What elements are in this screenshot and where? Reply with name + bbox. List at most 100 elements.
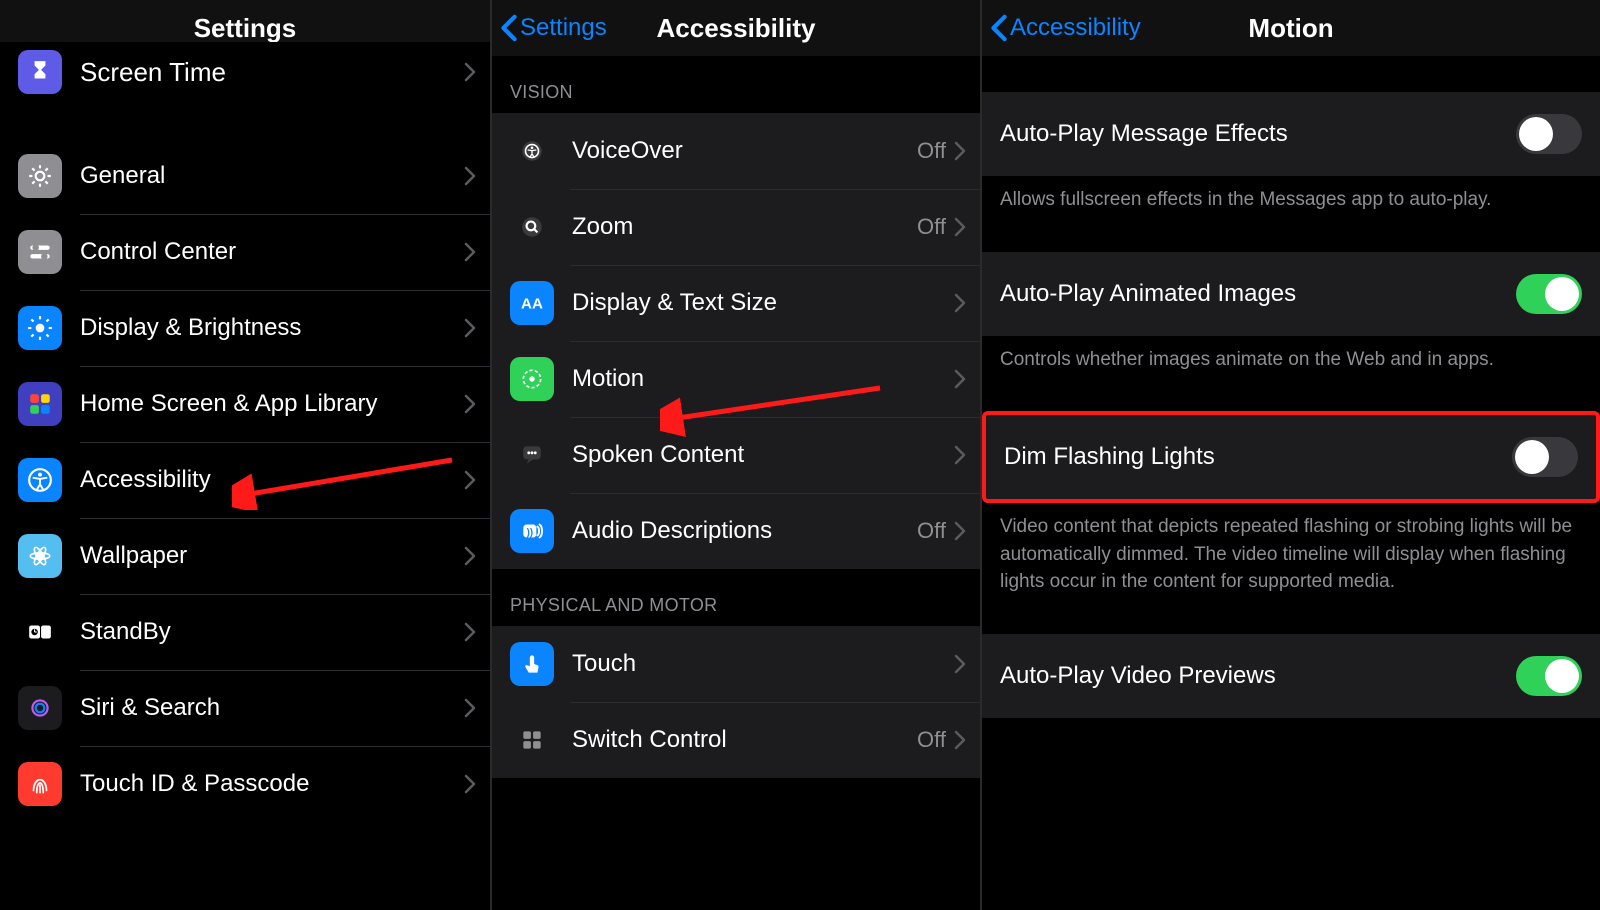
list-item-label: Audio Descriptions <box>572 517 917 545</box>
back-button[interactable]: Settings <box>500 0 607 56</box>
settings-row[interactable]: General <box>0 138 490 214</box>
sun-icon <box>18 306 62 350</box>
accessibility-row[interactable]: AA Display & Text Size <box>492 265 980 341</box>
list-item-label: Control Center <box>80 238 464 266</box>
touchid-icon <box>18 762 62 806</box>
motion-icon <box>510 357 554 401</box>
accessibility-row[interactable]: VoiceOverOff <box>492 113 980 189</box>
back-label: Settings <box>520 14 607 42</box>
settings-row[interactable]: Accessibility <box>0 442 490 518</box>
settings-row[interactable]: StandBy <box>0 594 490 670</box>
chevron-right-icon <box>954 217 966 237</box>
voiceover-icon <box>510 129 554 173</box>
list-item-label: Display & Text Size <box>572 289 954 317</box>
list-item-label: Touch <box>572 650 954 678</box>
chevron-right-icon <box>464 546 476 566</box>
list-item-label: Spoken Content <box>572 441 954 469</box>
list-item-detail: Off <box>917 727 946 753</box>
list-item-label: Home Screen & App Library <box>80 390 464 418</box>
chevron-right-icon <box>464 62 476 82</box>
list-item-label: Siri & Search <box>80 694 464 722</box>
toggle-row: Auto-Play Video Previews <box>982 634 1600 718</box>
list-item-label: VoiceOver <box>572 137 917 165</box>
accessibility-row[interactable]: Switch ControlOff <box>492 702 980 778</box>
settings-row[interactable]: Touch ID & Passcode <box>0 746 490 822</box>
list-item-label: General <box>80 162 464 190</box>
chevron-right-icon <box>954 141 966 161</box>
accessibility-row[interactable]: Motion <box>492 341 980 417</box>
list-item-detail: Off <box>917 214 946 240</box>
page-title: Motion <box>1248 13 1333 44</box>
motion-pane: Accessibility Motion Auto-Play Message E… <box>980 0 1600 910</box>
chevron-right-icon <box>464 394 476 414</box>
page-title: Settings <box>194 13 297 44</box>
toggle-switch[interactable] <box>1512 437 1578 477</box>
chevron-right-icon <box>464 242 476 262</box>
spoken-icon <box>510 433 554 477</box>
chevron-right-icon <box>464 698 476 718</box>
settings-row[interactable]: Display & Brightness <box>0 290 490 366</box>
hourglass-icon <box>18 50 62 94</box>
nav-bar: Accessibility Motion <box>982 0 1600 56</box>
settings-row[interactable]: Home Screen & App Library <box>0 366 490 442</box>
chevron-right-icon <box>954 654 966 674</box>
list-item-label: Touch ID & Passcode <box>80 770 464 798</box>
list-item-label: Accessibility <box>80 466 464 494</box>
nav-bar: Settings Accessibility <box>492 0 980 56</box>
audiodesc-icon: )) <box>510 509 554 553</box>
list-item-label: Wallpaper <box>80 542 464 570</box>
back-button[interactable]: Accessibility <box>990 0 1141 56</box>
accessibility-row[interactable]: Touch <box>492 626 980 702</box>
section-footer: Video content that depicts repeated flas… <box>982 503 1600 614</box>
chevron-right-icon <box>954 293 966 313</box>
toggle-label: Auto-Play Video Previews <box>1000 662 1516 690</box>
list-item-label: Zoom <box>572 213 917 241</box>
aa-icon: AA <box>510 281 554 325</box>
chevron-right-icon <box>954 521 966 541</box>
standby-icon <box>18 610 62 654</box>
toggle-row: Auto-Play Animated Images <box>982 252 1600 336</box>
list-item-label[interactable]: Screen Time <box>80 57 464 88</box>
gear-icon <box>18 154 62 198</box>
settings-row[interactable]: Control Center <box>0 214 490 290</box>
toggle-row: Auto-Play Message Effects <box>982 92 1600 176</box>
section-footer: Allows fullscreen effects in the Message… <box>982 176 1600 232</box>
chevron-right-icon <box>954 369 966 389</box>
list-item-detail: Off <box>917 138 946 164</box>
chevron-right-icon <box>954 445 966 465</box>
accessibility-row[interactable]: ZoomOff <box>492 189 980 265</box>
toggle-label: Auto-Play Animated Images <box>1000 280 1516 308</box>
list-item-label: Motion <box>572 365 954 393</box>
toggle-switch[interactable] <box>1516 274 1582 314</box>
touch-icon <box>510 642 554 686</box>
list-item-label: Display & Brightness <box>80 314 464 342</box>
list-item-label: StandBy <box>80 618 464 646</box>
svg-text:AA: AA <box>521 295 543 312</box>
toggle-switch[interactable] <box>1516 114 1582 154</box>
grid-color-icon <box>18 382 62 426</box>
accessibility-row[interactable]: Spoken Content <box>492 417 980 493</box>
toggle-switch[interactable] <box>1516 656 1582 696</box>
settings-pane: Settings Screen Time General Control Cent… <box>0 0 490 910</box>
accessibility-pane: Settings Accessibility VISION VoiceOverO… <box>490 0 980 910</box>
settings-row[interactable]: Wallpaper <box>0 518 490 594</box>
toggle-row: Dim Flashing Lights <box>982 411 1600 503</box>
section-footer: Controls whether images animate on the W… <box>982 336 1600 392</box>
back-label: Accessibility <box>1010 14 1141 42</box>
switchcontrol-icon <box>510 718 554 762</box>
section-header-vision: VISION <box>492 56 980 113</box>
svg-text:)): )) <box>527 527 534 538</box>
chevron-right-icon <box>464 774 476 794</box>
chevron-right-icon <box>464 470 476 490</box>
accessibility-row[interactable]: )) Audio DescriptionsOff <box>492 493 980 569</box>
accessibility-icon <box>18 458 62 502</box>
list-item-detail: Off <box>917 518 946 544</box>
sliders-icon <box>18 230 62 274</box>
list-item-label: Switch Control <box>572 726 917 754</box>
chevron-right-icon <box>954 730 966 750</box>
section-header-physical: PHYSICAL AND MOTOR <box>492 569 980 626</box>
chevron-right-icon <box>464 318 476 338</box>
settings-row[interactable]: Siri & Search <box>0 670 490 746</box>
toggle-label: Auto-Play Message Effects <box>1000 120 1516 148</box>
zoom-icon <box>510 205 554 249</box>
